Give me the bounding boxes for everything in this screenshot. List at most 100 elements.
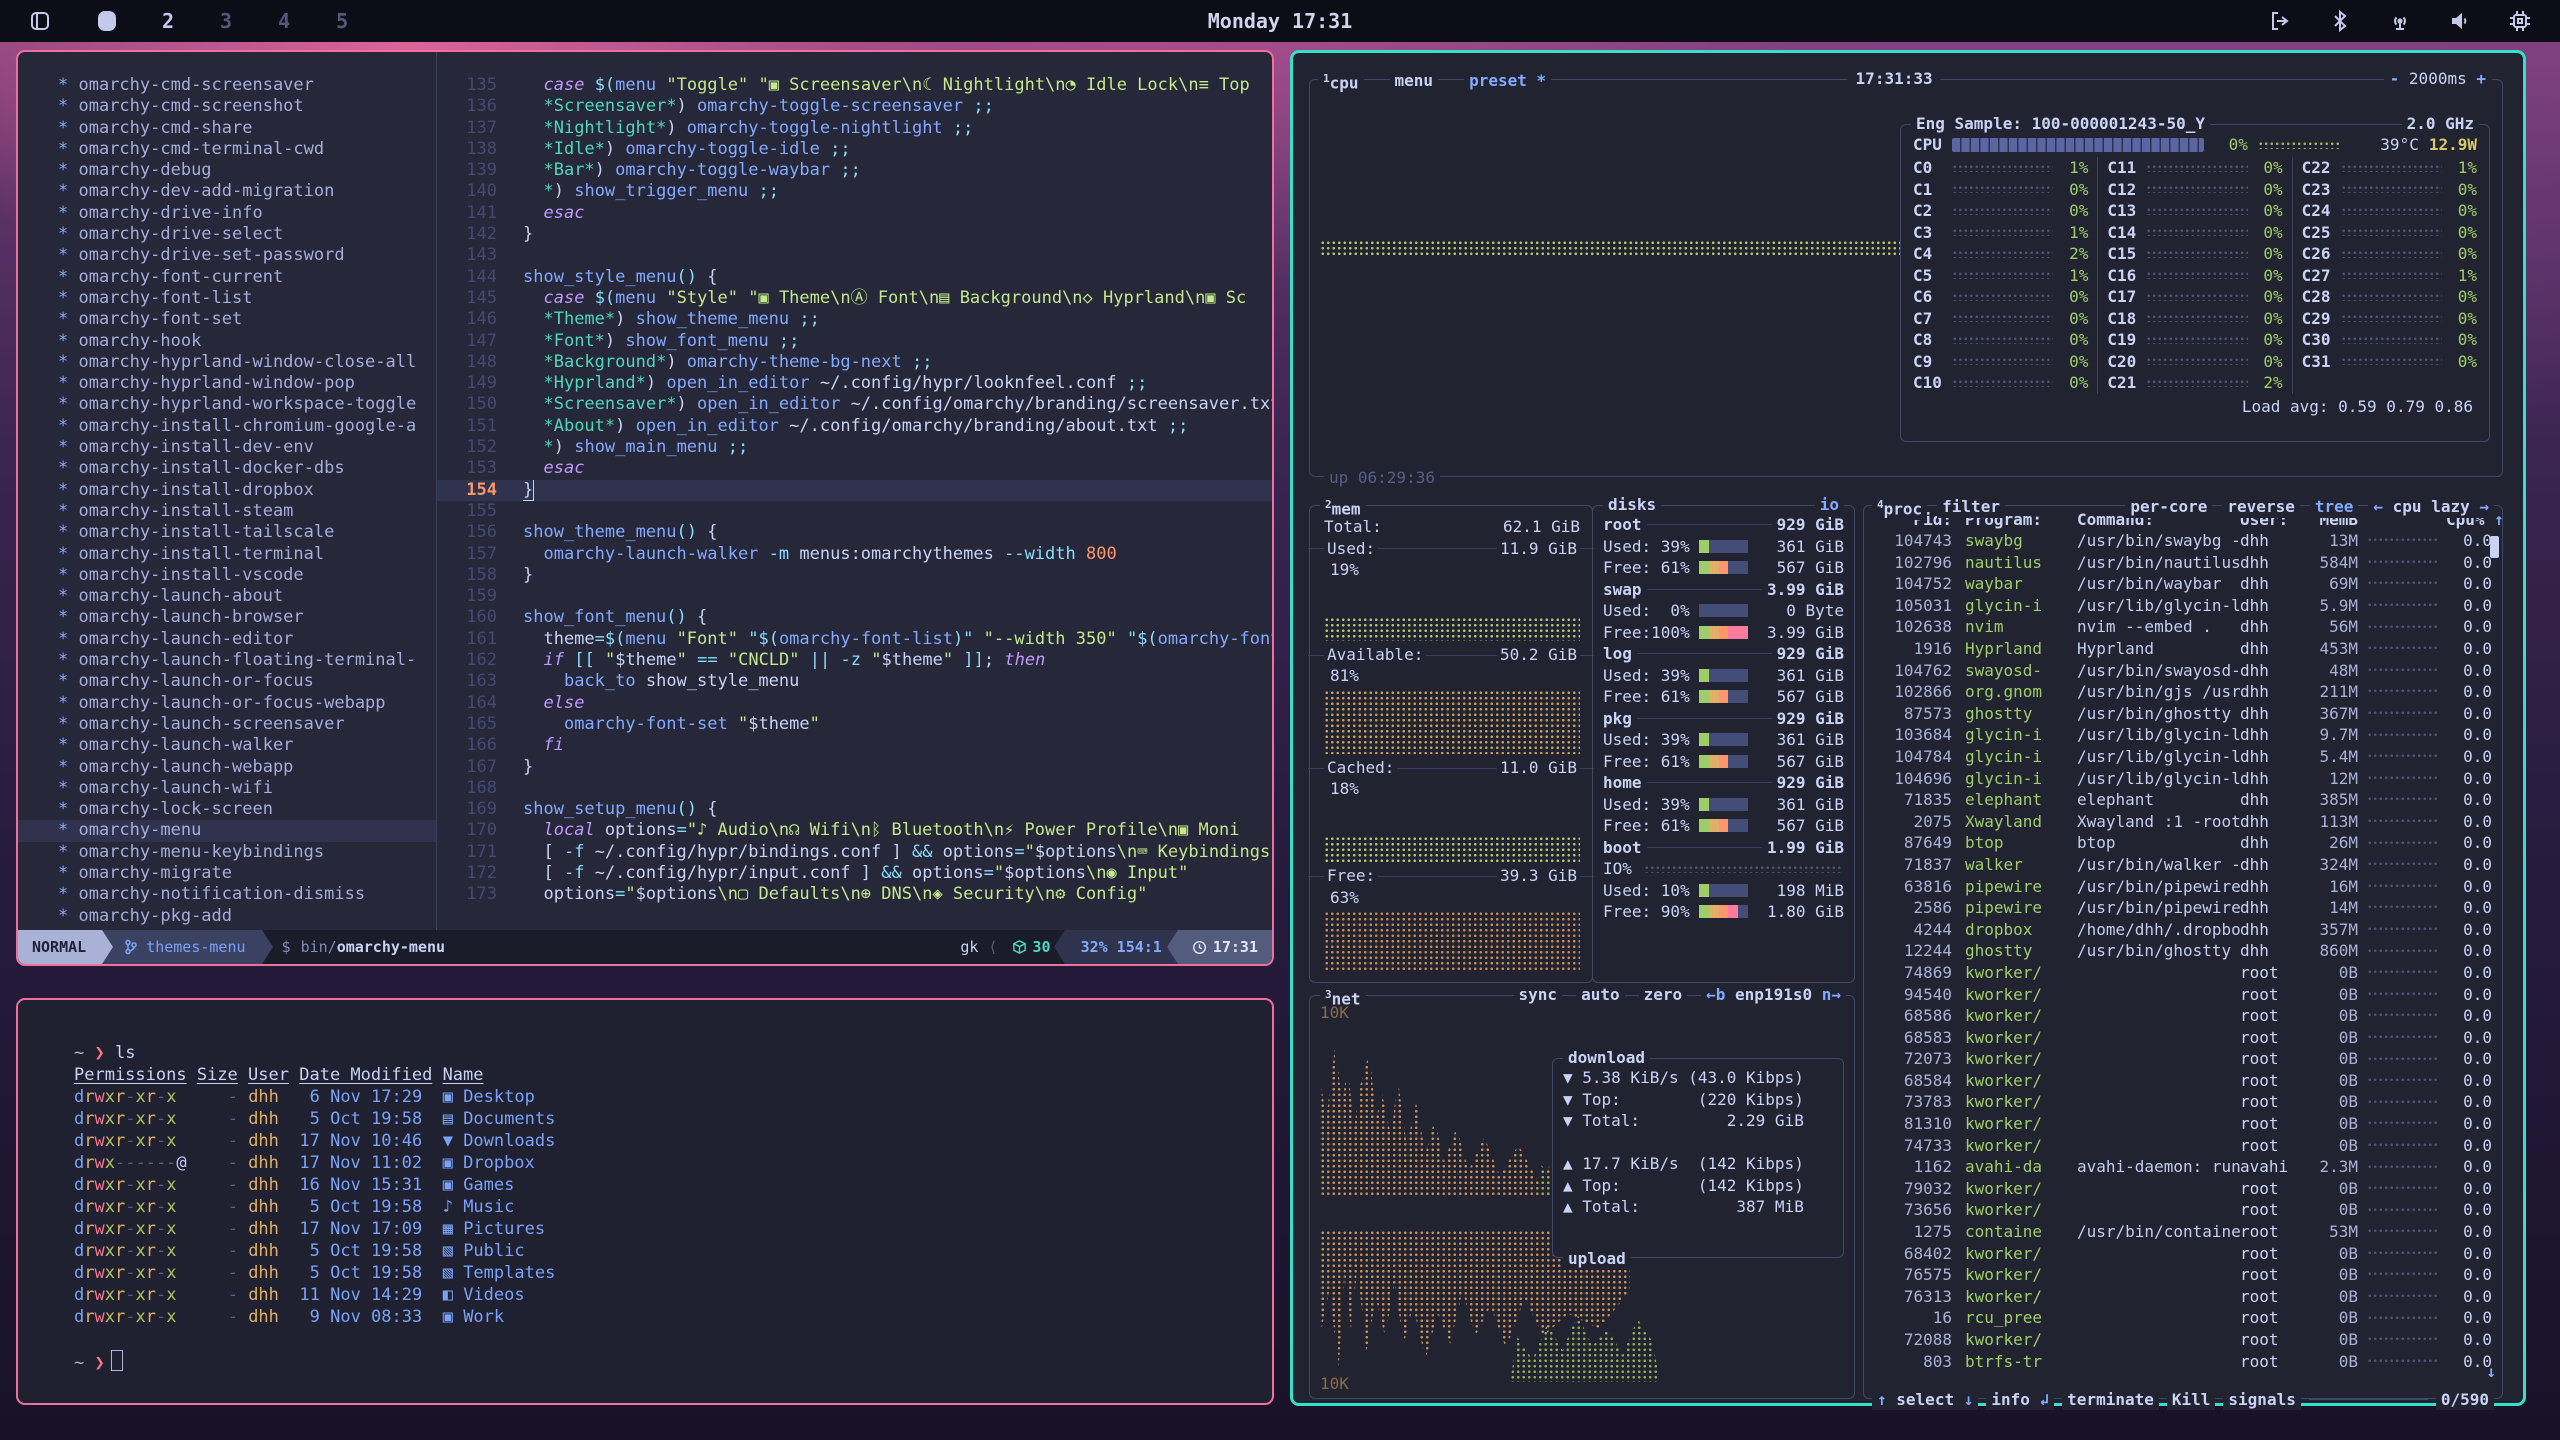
file-tree-item[interactable]: * omarchy-install-docker-dbs (58, 458, 436, 479)
terminate-action[interactable]: terminate (2062, 1389, 2159, 1411)
kill-action[interactable]: Kill (2167, 1389, 2216, 1411)
workspace-5[interactable]: 5 (336, 9, 348, 33)
reverse-toggle[interactable]: reverse (2222, 496, 2299, 518)
file-tree-item[interactable]: * omarchy-launch-wifi (58, 778, 436, 799)
process-row[interactable]: 72073 kworker/ root 0B 0.0 (1864, 1048, 2502, 1070)
process-row[interactable]: 1162 avahi-da avahi-daemon: running [ av… (1864, 1156, 2502, 1178)
net-auto-toggle[interactable]: auto (1576, 984, 1625, 1006)
process-row[interactable]: 94540 kworker/ root 0B 0.0 (1864, 983, 2502, 1005)
process-row[interactable]: 68586 kworker/ root 0B 0.0 (1864, 1005, 2502, 1027)
file-tree-item[interactable]: * omarchy-cmd-terminal-cwd (58, 139, 436, 160)
file-tree-item[interactable]: * omarchy-launch-floating-terminal- (58, 650, 436, 671)
process-row[interactable]: 81310 kworker/ root 0B 0.0 (1864, 1113, 2502, 1135)
file-tree-item[interactable]: * omarchy-install-terminal (58, 544, 436, 565)
file-tree-item[interactable]: * omarchy-pkg-add (58, 906, 436, 927)
file-tree-item[interactable]: * omarchy-drive-select (58, 224, 436, 245)
file-tree-item[interactable]: * omarchy-hook (58, 331, 436, 352)
network-icon[interactable] (2388, 9, 2412, 33)
process-row[interactable]: 2586 pipewire /usr/bin/pipewire-pulse dh… (1864, 897, 2502, 919)
sort-selector[interactable]: ← cpu lazy → (2368, 496, 2494, 518)
file-tree-item[interactable]: * omarchy-drive-set-password (58, 245, 436, 266)
process-row[interactable]: 2075 Xwayland Xwayland :1 -rootless - dh… (1864, 811, 2502, 833)
file-tree-item[interactable]: * omarchy-install-vscode (58, 565, 436, 586)
net-sync-toggle[interactable]: sync (1514, 984, 1563, 1006)
file-tree-item[interactable]: * omarchy-launch-or-focus (58, 671, 436, 692)
file-tree-item[interactable]: * omarchy-launch-browser (58, 607, 436, 628)
file-tree-item[interactable]: * omarchy-hyprland-window-pop (58, 373, 436, 394)
process-row[interactable]: 71835 elephant elephant dhh 385M 0.0 (1864, 789, 2502, 811)
apps-icon[interactable] (28, 9, 52, 33)
process-row[interactable]: 74869 kworker/ root 0B 0.0 (1864, 962, 2502, 984)
process-row[interactable]: 68402 kworker/ root 0B 0.0 (1864, 1243, 2502, 1265)
file-tree-item[interactable]: * omarchy-launch-or-focus-webapp (58, 693, 436, 714)
terminal-body[interactable]: ~ ❯ ls Permissions Size User Date Modifi… (18, 1000, 1272, 1374)
file-tree-item[interactable]: * omarchy-cmd-screensaver (58, 75, 436, 96)
process-row[interactable]: 63816 pipewire /usr/bin/pipewire dhh 16M… (1864, 876, 2502, 898)
process-row[interactable]: 76313 kworker/ root 0B 0.0 (1864, 1286, 2502, 1308)
file-tree-item[interactable]: * omarchy-install-tailscale (58, 522, 436, 543)
process-row[interactable]: 79032 kworker/ root 0B 0.0 (1864, 1178, 2502, 1200)
process-row[interactable]: 104743 swaybg /usr/bin/swaybg -i /hom dh… (1864, 530, 2502, 552)
file-tree-item[interactable]: * omarchy-install-dropbox (58, 480, 436, 501)
process-row[interactable]: 103684 glycin-i /usr/lib/glycin-loaders … (1864, 724, 2502, 746)
file-tree-item[interactable]: * omarchy-font-current (58, 267, 436, 288)
process-row[interactable]: 104784 glycin-i /usr/lib/glycin-loaders … (1864, 746, 2502, 768)
prompt-line-current[interactable]: ~ ❯ (74, 1350, 1272, 1374)
process-row[interactable]: 72088 kworker/ root 0B 0.0 (1864, 1329, 2502, 1351)
process-row[interactable]: 73656 kworker/ root 0B 0.0 (1864, 1199, 2502, 1221)
process-row[interactable]: 102796 nautilus /usr/bin/nautilus --new … (1864, 552, 2502, 574)
process-row[interactable]: 4244 dropbox /home/dhh/.dropbox-dist dhh… (1864, 919, 2502, 941)
process-row[interactable]: 1916 Hyprland Hyprland dhh 453M 0.0 (1864, 638, 2502, 660)
file-tree-item[interactable]: * omarchy-font-set (58, 309, 436, 330)
file-tree-item[interactable]: * omarchy-drive-info (58, 203, 436, 224)
process-row[interactable]: 68584 kworker/ root 0B 0.0 (1864, 1070, 2502, 1092)
file-tree-item[interactable]: * omarchy-cmd-share (58, 118, 436, 139)
process-row[interactable]: 1275 containe /usr/bin/containerd root 5… (1864, 1221, 2502, 1243)
signals-action[interactable]: signals (2223, 1389, 2300, 1411)
file-tree-item[interactable]: * omarchy-hyprland-window-close-all (58, 352, 436, 373)
process-row[interactable]: 16 rcu_pree root 0B 0.0 (1864, 1307, 2502, 1329)
volume-icon[interactable] (2448, 9, 2472, 33)
process-row[interactable]: 803 btrfs-tr root 0B 0.0 (1864, 1351, 2502, 1373)
process-row[interactable]: 87649 btop btop dhh 26M 0.0 (1864, 832, 2502, 854)
net-zero-toggle[interactable]: zero (1639, 984, 1688, 1006)
filter-button[interactable]: filter (1937, 496, 2005, 518)
process-row[interactable]: 104762 swayosd- /usr/bin/swayosd-server … (1864, 660, 2502, 682)
file-tree-item[interactable]: * omarchy-lock-screen (58, 799, 436, 820)
process-row[interactable]: 105031 glycin-i /usr/lib/glycin-loaders … (1864, 595, 2502, 617)
io-toggle[interactable]: io (1815, 494, 1844, 516)
file-tree-item[interactable]: * omarchy-launch-walker (58, 735, 436, 756)
info-action[interactable]: info ↲ (1986, 1389, 2054, 1411)
file-tree-item[interactable]: * omarchy-font-list (58, 288, 436, 309)
process-row[interactable]: 102866 org.gnom /usr/bin/gjs /usr/lib/o … (1864, 681, 2502, 703)
workspace-3[interactable]: 3 (220, 9, 232, 33)
process-row[interactable]: 87573 ghostty /usr/bin/ghostty --gtk- dh… (1864, 703, 2502, 725)
menu-button[interactable]: menu (1390, 70, 1439, 92)
tree-toggle[interactable]: tree (2310, 496, 2359, 518)
per-core-toggle[interactable]: per-core (2125, 496, 2212, 518)
process-row[interactable]: 76575 kworker/ root 0B 0.0 (1864, 1264, 2502, 1286)
file-tree-item[interactable]: * omarchy-migrate (58, 863, 436, 884)
file-tree-item[interactable]: * omarchy-launch-webapp (58, 757, 436, 778)
file-tree-item[interactable]: * omarchy-menu (18, 820, 436, 841)
process-row[interactable]: 102638 nvim nvim --embed . dhh 56M 0.0 (1864, 616, 2502, 638)
file-tree-item[interactable]: * omarchy-debug (58, 160, 436, 181)
process-row[interactable]: 12244 ghostty /usr/bin/ghostty --gtk- dh… (1864, 940, 2502, 962)
file-tree-item[interactable]: * omarchy-install-dev-env (58, 437, 436, 458)
select-action[interactable]: ↑ select ↓ (1872, 1389, 1978, 1411)
process-row[interactable]: 74733 kworker/ root 0B 0.0 (1864, 1135, 2502, 1157)
file-tree-item[interactable]: * omarchy-notification-dismiss (58, 884, 436, 905)
process-row[interactable]: 104752 waybar /usr/bin/waybar dhh 69M 0.… (1864, 573, 2502, 595)
cpu-icon[interactable] (2508, 9, 2532, 33)
bluetooth-icon[interactable] (2328, 9, 2352, 33)
terminal-cursor[interactable] (111, 1350, 123, 1371)
workspace-2[interactable]: 2 (162, 9, 174, 33)
scroll-down-icon[interactable]: ↓ (2486, 1361, 2496, 1383)
workspace-1-active[interactable] (98, 11, 116, 31)
workspace-4[interactable]: 4 (278, 9, 290, 33)
preset-button[interactable]: preset * (1464, 70, 1551, 92)
file-tree-item[interactable]: * omarchy-launch-about (58, 586, 436, 607)
file-tree-item[interactable]: * omarchy-cmd-screenshot (58, 96, 436, 117)
file-tree-item[interactable]: * omarchy-launch-screensaver (58, 714, 436, 735)
file-tree-item[interactable]: * omarchy-dev-add-migration (58, 181, 436, 202)
